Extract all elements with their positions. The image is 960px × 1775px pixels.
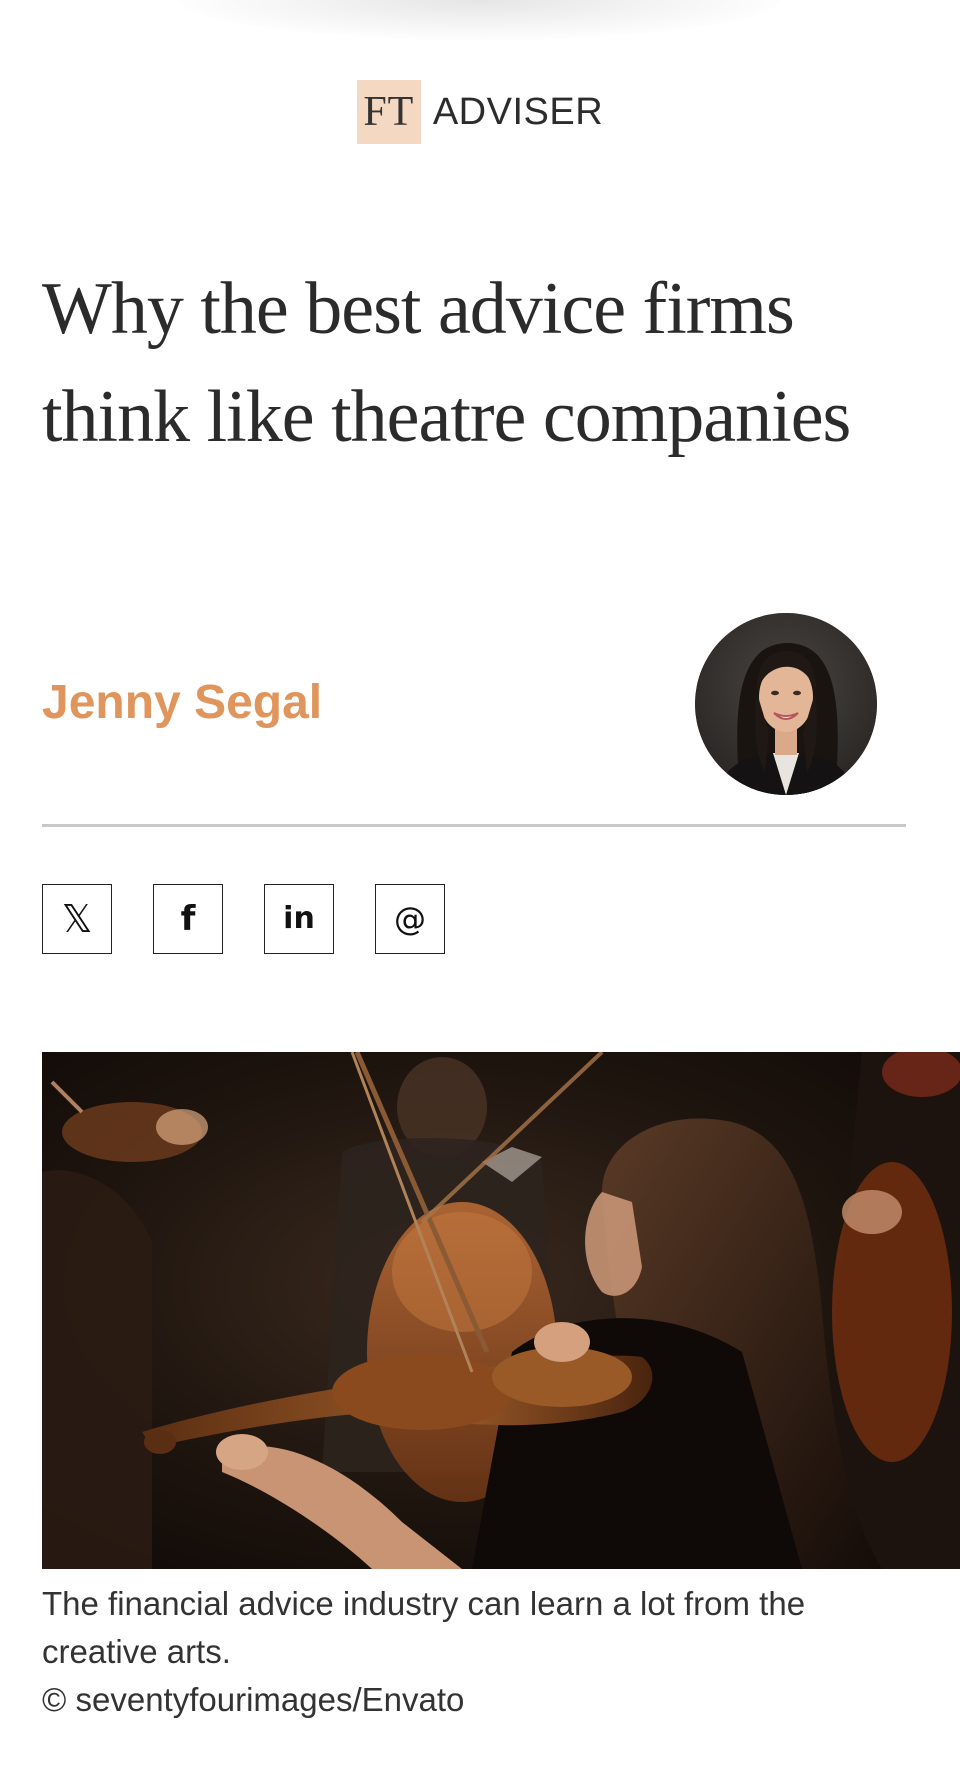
x-twitter-icon: 𝕏 — [61, 897, 93, 941]
share-linkedin-button[interactable]: in — [264, 884, 334, 954]
facebook-icon: f — [180, 899, 196, 939]
hero-image — [42, 1052, 960, 1569]
orchestra-photo — [42, 1052, 960, 1569]
logo-wordmark: ADVISER — [432, 90, 604, 133]
image-caption: The financial advice industry can learn … — [42, 1580, 922, 1724]
linkedin-icon: in — [283, 901, 315, 936]
logo-ft-mark: FT — [356, 80, 421, 144]
author-avatar — [695, 613, 877, 795]
author-link[interactable]: Jenny Segal — [42, 675, 322, 730]
share-x-button[interactable]: 𝕏 — [42, 884, 112, 954]
share-buttons: 𝕏 f in @ — [42, 884, 445, 954]
article-headline: Why the best advice firms think like the… — [42, 268, 851, 458]
header-divider — [42, 824, 906, 827]
caption-text: The financial advice industry can learn … — [42, 1585, 806, 1670]
share-email-button[interactable]: @ — [375, 884, 445, 954]
masthead: FT ADVISER — [0, 80, 960, 144]
share-facebook-button[interactable]: f — [153, 884, 223, 954]
email-icon: @ — [394, 900, 426, 938]
author-photo — [695, 613, 877, 795]
ft-adviser-logo[interactable]: FT ADVISER — [356, 80, 604, 144]
top-shadow — [180, 0, 780, 40]
image-credit: © seventyfourimages/Envato — [42, 1681, 465, 1718]
